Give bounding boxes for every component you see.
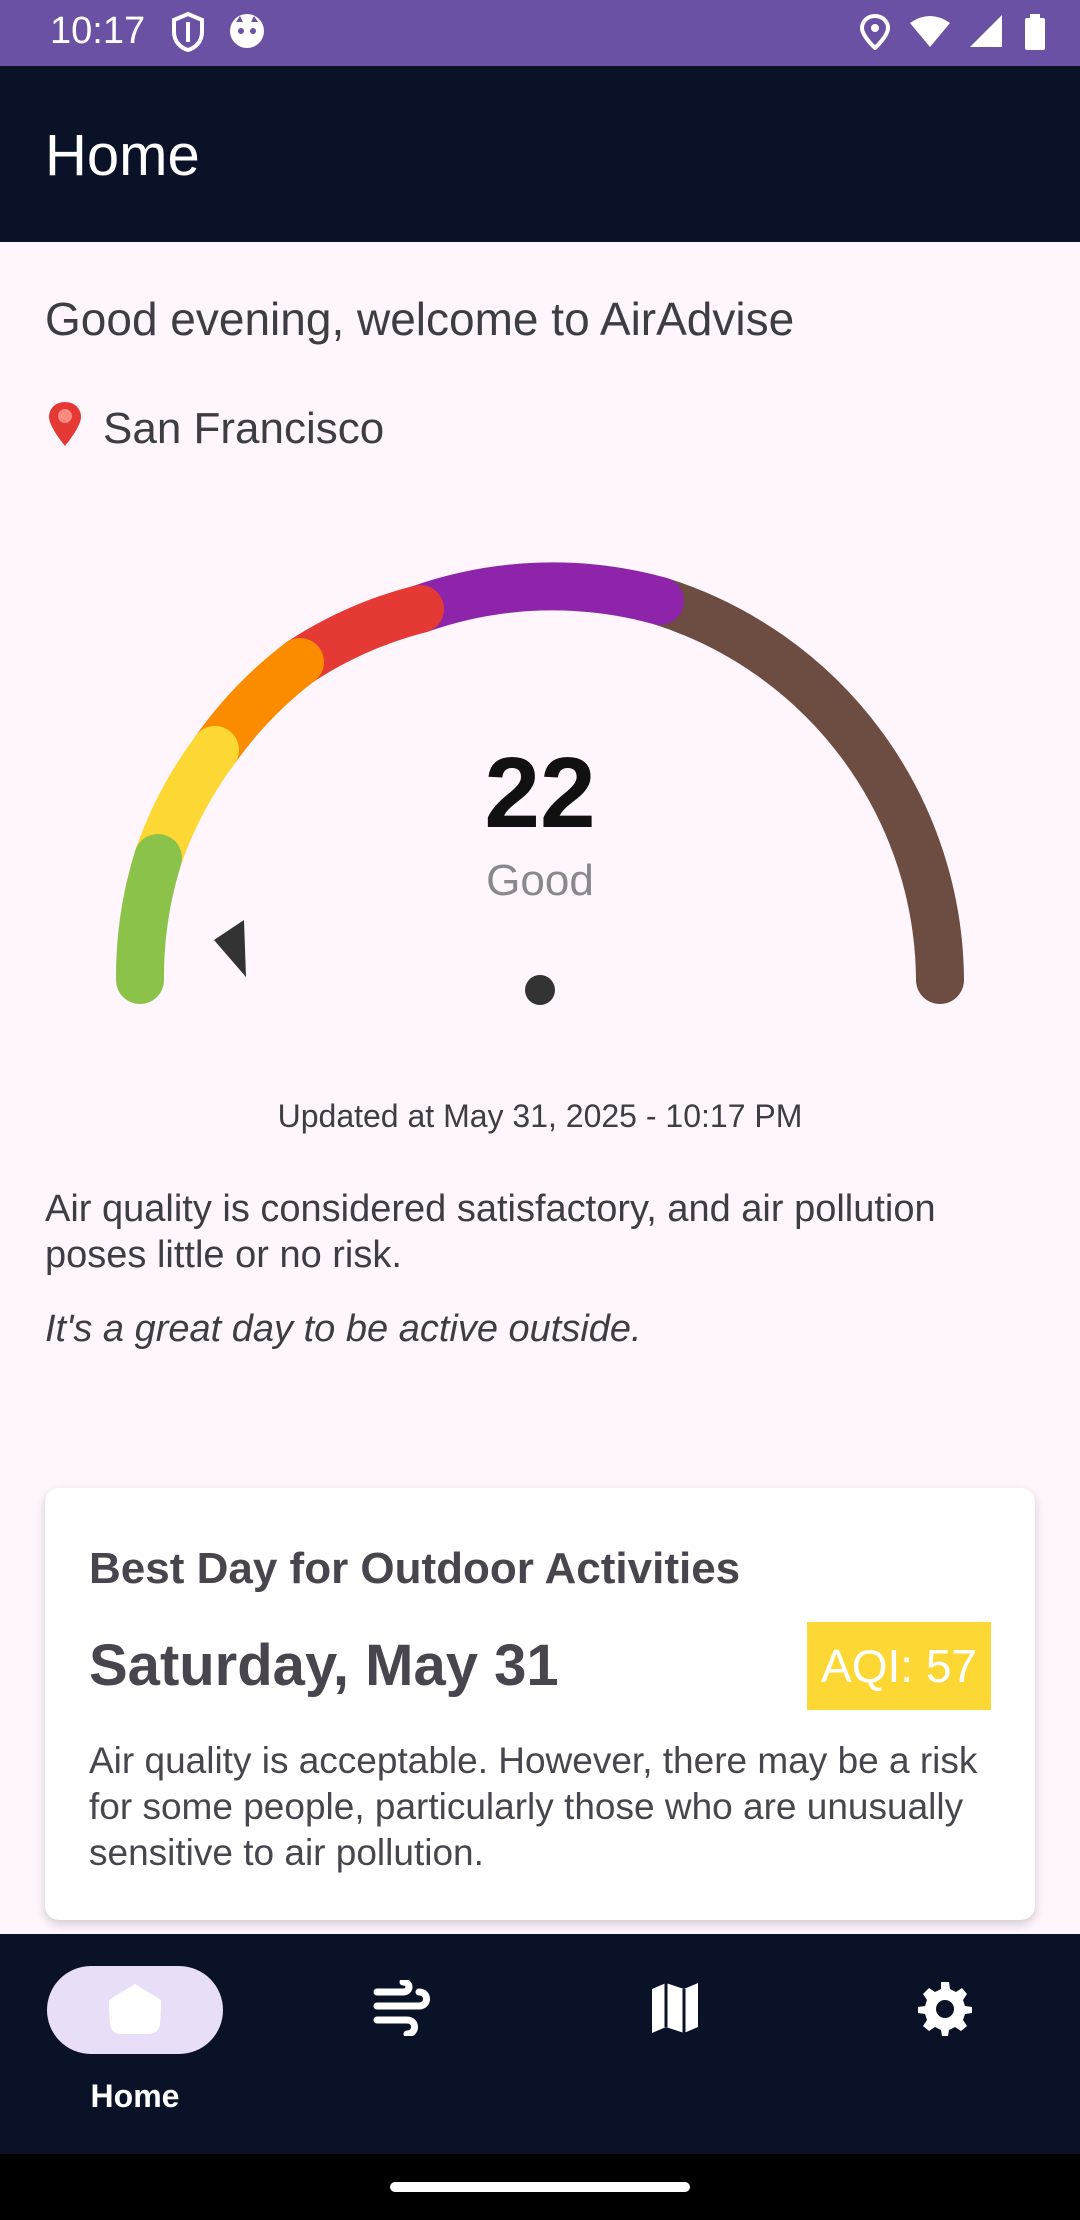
pin-icon [45,400,85,458]
card-title: Best Day for Outdoor Activities [89,1544,741,1593]
nav-label-home: Home [90,2078,180,2114]
home-icon [105,1980,165,2041]
cat-icon [228,12,266,57]
gesture-handle[interactable] [390,2182,690,2192]
aqi-category: Good [486,856,594,905]
nav-item-home[interactable]: Home [0,1934,270,2154]
status-left-icons [170,11,266,57]
nav-item-air[interactable] [270,1934,540,2154]
gauge-segment-purple [396,562,684,633]
card-date: Saturday, May 31 [89,1633,559,1698]
activity-tip: It's a great day to be active outside. [45,1308,642,1350]
location[interactable]: San Francisco [45,400,384,458]
settings-icon [917,1980,973,2041]
bottom-nav: Home [0,1934,1080,2154]
greeting-text: Good evening, welcome to AirAdvise [45,293,795,345]
wifi-icon [910,15,950,54]
updated-timestamp: Updated at May 31, 2025 - 10:17 PM [277,1098,803,1134]
shield-icon [170,11,206,57]
status-right-icons [859,13,1046,55]
page-title: Home [45,123,200,188]
nav-pill-selected [47,1966,223,2054]
status-time: 10:17 [50,10,146,52]
signal-icon [970,15,1004,54]
aqi-value: 22 [484,737,596,849]
gesture-bar [0,2154,1080,2220]
location-name: San Francisco [103,404,385,453]
aqi-badge: AQI: 57 [807,1622,991,1710]
gauge-needle-tip [214,920,246,977]
aqi-description: Air quality is considered satisfactory, … [45,1188,936,1276]
best-day-card[interactable]: Best Day for Outdoor Activities Saturday… [45,1488,1035,1920]
location-icon [859,13,891,55]
gauge-center-dot [525,975,555,1005]
status-bar: 10:17 [0,0,1080,66]
nav-item-settings[interactable] [810,1934,1080,2154]
air-icon [373,1978,437,2041]
nav-item-map[interactable] [540,1934,810,2154]
card-description: Air quality is acceptable. However, ther… [89,1740,978,1873]
app-bar: Home [0,66,1080,242]
battery-icon [1024,14,1046,55]
map-icon [648,1981,702,2040]
